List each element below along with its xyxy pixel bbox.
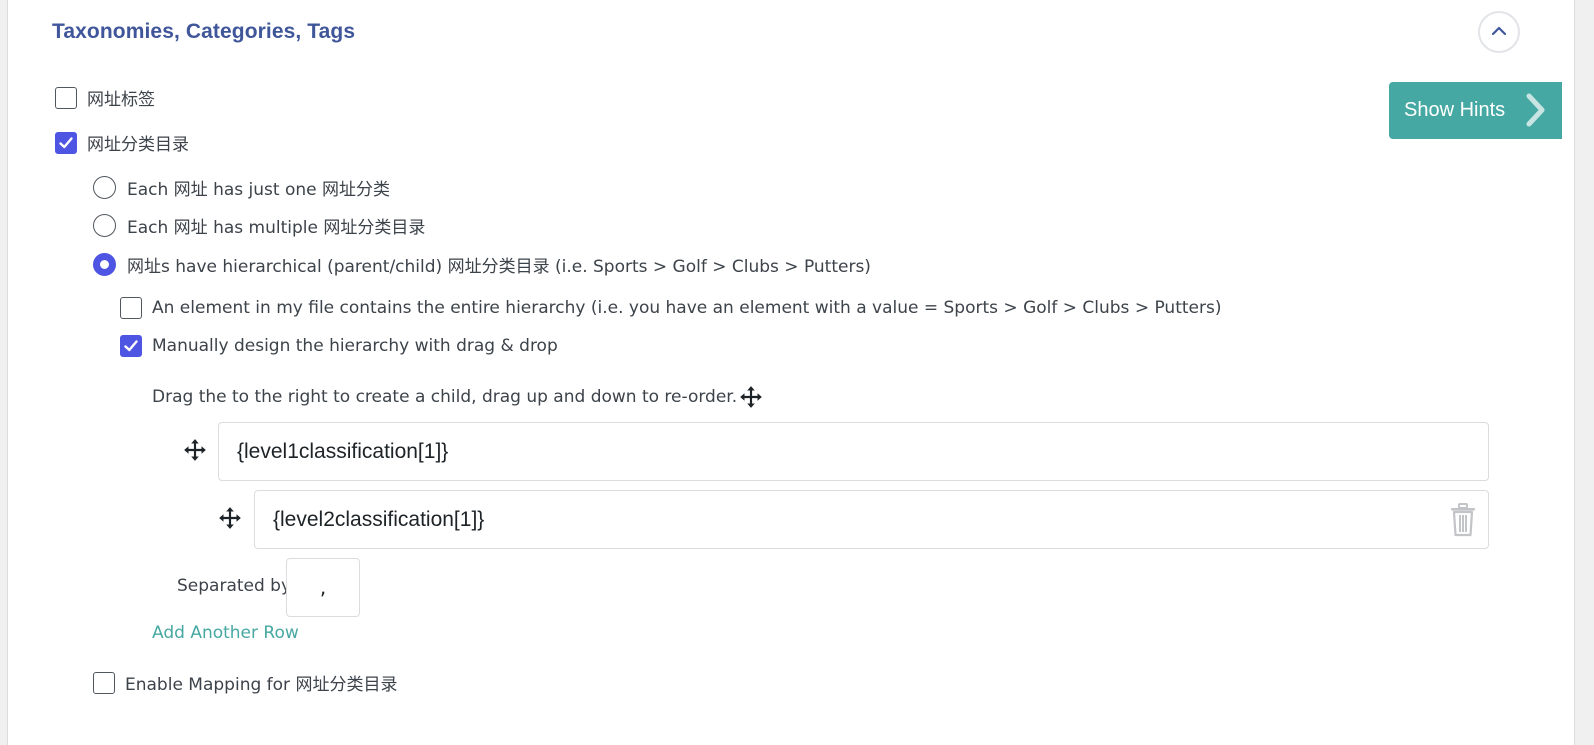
- radio-option-single[interactable]: Each 网址 has just one 网址分类: [93, 175, 390, 200]
- separator-label: Separated by: [177, 576, 292, 596]
- multiple-categories-radio[interactable]: [93, 214, 116, 237]
- move-arrows-icon[interactable]: [182, 437, 208, 463]
- checkmark-icon: [124, 340, 138, 352]
- input-value: {level1classification[1]}: [237, 439, 449, 463]
- checkbox-label: An element in my file contains the entir…: [152, 298, 1222, 318]
- tags-checkbox[interactable]: [55, 86, 77, 109]
- enable-mapping-checkbox[interactable]: [93, 671, 115, 694]
- single-category-radio[interactable]: [93, 176, 116, 199]
- checkbox-label: Enable Mapping for 网址分类目录: [125, 675, 398, 695]
- level1-classification-input[interactable]: {level1classification[1]}: [218, 422, 1489, 481]
- taxonomy-label: 网址分类目录: [87, 135, 189, 155]
- enable-mapping-option[interactable]: Enable Mapping for 网址分类目录: [93, 670, 397, 695]
- chevron-up-icon: [1491, 26, 1507, 36]
- show-hints-label: Show Hints: [1404, 99, 1506, 121]
- input-value: {level2classification[1]}: [273, 507, 485, 531]
- element-hierarchy-checkbox[interactable]: [120, 297, 142, 319]
- move-arrows-icon[interactable]: [217, 505, 243, 531]
- radio-label: Each 网址 has multiple 网址分类目录: [127, 218, 426, 238]
- collapse-section-button[interactable]: [1478, 11, 1520, 53]
- checkmark-icon: [59, 136, 73, 148]
- radio-option-hierarchical[interactable]: 网址s have hierarchical (parent/child) 网址分…: [93, 252, 871, 277]
- taxonomy-label: 网址标签: [87, 90, 155, 110]
- manual-hierarchy-checkbox[interactable]: [120, 335, 142, 357]
- radio-option-multiple[interactable]: Each 网址 has multiple 网址分类目录: [93, 213, 425, 238]
- chevron-right-icon: [1526, 93, 1545, 127]
- section-title: Taxonomies, Categories, Tags: [52, 20, 356, 43]
- move-arrows-icon: [740, 386, 762, 408]
- radio-label: Each 网址 has just one 网址分类: [127, 180, 391, 200]
- hierarchical-radio[interactable]: [93, 253, 116, 276]
- checkbox-label: Manually design the hierarchy with drag …: [152, 336, 558, 356]
- taxonomies-panel: Taxonomies, Categories, Tags 网址标签 网址分类目录…: [7, 0, 1575, 745]
- taxonomy-option-categories[interactable]: 网址分类目录: [55, 130, 189, 155]
- separator-input[interactable]: ,: [286, 558, 360, 617]
- add-another-row-link[interactable]: Add Another Row: [152, 623, 299, 643]
- categories-checkbox[interactable]: [55, 131, 77, 154]
- drag-instructions: Drag the to the right to create a child,…: [152, 384, 764, 410]
- taxonomy-option-tags[interactable]: 网址标签: [55, 85, 155, 110]
- radio-label: 网址s have hierarchical (parent/child) 网址分…: [127, 257, 871, 277]
- level2-classification-input[interactable]: {level2classification[1]}: [254, 490, 1489, 549]
- instructions-text: Drag the to the right to create a child,…: [152, 387, 738, 407]
- hierarchy-option-manual[interactable]: Manually design the hierarchy with drag …: [120, 335, 558, 357]
- hierarchy-option-element[interactable]: An element in my file contains the entir…: [120, 297, 1221, 319]
- trash-icon[interactable]: [1449, 503, 1477, 537]
- show-hints-button[interactable]: Show Hints: [1389, 82, 1562, 139]
